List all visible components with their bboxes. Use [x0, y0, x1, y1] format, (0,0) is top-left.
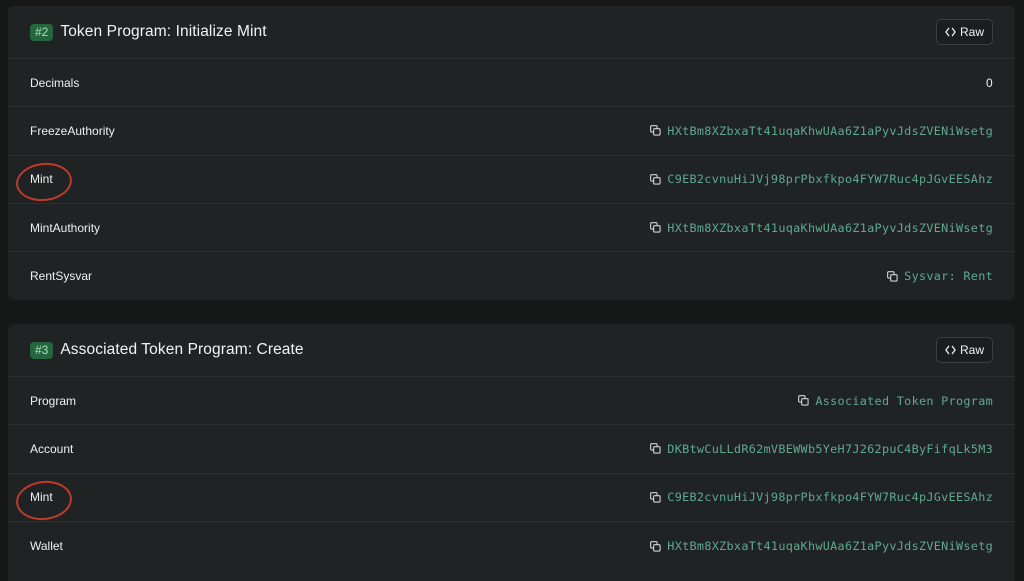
address-text: DKBtwCuLLdR62mVBEWWb5YeH7J262puC4ByFifqL…: [667, 441, 993, 456]
address-text: C9EB2cvnuHiJVj98prPbxfkpo4FYW7Ruc4pJGvEE…: [667, 172, 993, 187]
card-title: Token Program: Initialize Mint: [60, 23, 267, 40]
address-link[interactable]: Sysvar: Rent: [887, 269, 993, 283]
raw-button-label: Raw: [959, 343, 984, 357]
address-link[interactable]: HXtBm8XZbxaTt41uqaKhwUAa6Z1aPyvJdsZVENiW…: [650, 539, 993, 553]
card-title: Associated Token Program: Create: [60, 341, 304, 358]
address-link[interactable]: DKBtwCuLLdR62mVBEWWb5YeH7J262puC4ByFifqL…: [650, 442, 993, 456]
raw-button[interactable]: Raw: [935, 19, 993, 45]
code-icon: [945, 27, 956, 37]
row-rent-sysvar: RentSysvar Sysvar: Rent: [8, 252, 1015, 300]
row-program: Program Associated Token Program: [8, 377, 1015, 426]
address-link[interactable]: C9EB2cvnuHiJVj98prPbxfkpo4FYW7Ruc4pJGvEE…: [650, 172, 993, 186]
instruction-index-badge: #2: [30, 23, 54, 41]
address-text: Associated Token Program: [815, 393, 993, 408]
copy-icon[interactable]: [650, 491, 661, 503]
row-account: Account DKBtwCuLLdR62mVBEWWb5YeH7J262puC…: [8, 425, 1015, 474]
address-text: HXtBm8XZbxaTt41uqaKhwUAa6Z1aPyvJdsZVENiW…: [667, 123, 993, 138]
address-text: HXtBm8XZbxaTt41uqaKhwUAa6Z1aPyvJdsZVENiW…: [667, 539, 993, 554]
row-label: Account: [30, 441, 74, 456]
row-wallet: Wallet HXtBm8XZbxaTt41uqaKhwUAa6Z1aPyvJd…: [8, 522, 1015, 570]
copy-icon[interactable]: [650, 173, 661, 185]
row-mint-authority: MintAuthority HXtBm8XZbxaTt41uqaKhwUAa6Z…: [8, 204, 1015, 253]
row-mint: Mint C9EB2cvnuHiJVj98prPbxfkpo4FYW7Ruc4p…: [8, 156, 1015, 204]
address-link[interactable]: Associated Token Program: [798, 394, 993, 408]
address-link[interactable]: HXtBm8XZbxaTt41uqaKhwUAa6Z1aPyvJdsZVENiW…: [650, 221, 993, 235]
address-link[interactable]: C9EB2cvnuHiJVj98prPbxfkpo4FYW7Ruc4pJGvEE…: [650, 490, 993, 504]
row-label: Wallet: [30, 539, 63, 554]
raw-button[interactable]: Raw: [935, 337, 993, 363]
address-link[interactable]: HXtBm8XZbxaTt41uqaKhwUAa6Z1aPyvJdsZVENiW…: [650, 124, 993, 138]
instruction-card-initialize-mint: #2 Token Program: Initialize Mint Raw De…: [8, 6, 1015, 300]
row-label: Mint: [30, 172, 53, 187]
row-decimals: Decimals 0: [8, 59, 1015, 108]
row-freeze-authority: FreezeAuthority HXtBm8XZbxaTt41uqaKhwUAa…: [8, 107, 1015, 156]
card-header: #2 Token Program: Initialize Mint Raw: [8, 6, 1015, 59]
instruction-index-badge: #3: [30, 341, 54, 359]
row-value: 0: [986, 75, 993, 90]
copy-icon[interactable]: [887, 270, 898, 282]
card-header: #3 Associated Token Program: Create Raw: [8, 324, 1015, 377]
row-label: RentSysvar: [30, 269, 93, 284]
row-label: Mint: [30, 490, 53, 505]
address-text: HXtBm8XZbxaTt41uqaKhwUAa6Z1aPyvJdsZVENiW…: [667, 220, 993, 235]
row-mint: Mint C9EB2cvnuHiJVj98prPbxfkpo4FYW7Ruc4p…: [8, 474, 1015, 522]
row-label: Decimals: [30, 75, 80, 90]
copy-icon[interactable]: [798, 395, 809, 406]
instruction-card-associated-token-create: #3 Associated Token Program: Create Raw …: [8, 324, 1015, 581]
row-label: MintAuthority: [30, 220, 101, 235]
address-text: Sysvar: Rent: [904, 269, 993, 284]
raw-button-label: Raw: [959, 25, 984, 39]
copy-icon[interactable]: [650, 540, 661, 552]
row-label: FreezeAuthority: [30, 123, 115, 138]
copy-icon[interactable]: [650, 222, 661, 233]
row-label: Program: [30, 393, 77, 408]
copy-icon[interactable]: [650, 125, 661, 137]
code-icon: [945, 345, 956, 355]
address-text: C9EB2cvnuHiJVj98prPbxfkpo4FYW7Ruc4pJGvEE…: [667, 490, 993, 505]
copy-icon[interactable]: [650, 443, 661, 455]
